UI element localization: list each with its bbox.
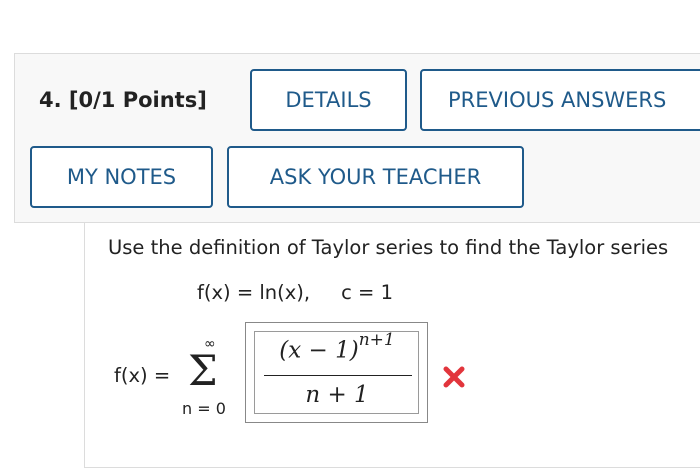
previous-answers-button[interactable]: PREVIOUS ANSWERS <box>420 69 700 131</box>
question-points: [0/1 Points] <box>68 88 207 112</box>
answer-lhs: f(x) = <box>114 364 171 387</box>
details-button[interactable]: DETAILS <box>250 69 407 131</box>
given-function: f(x) = ln(x), c = 1 <box>197 281 393 304</box>
my-notes-button[interactable]: MY NOTES <box>30 146 213 208</box>
ask-your-teacher-button[interactable]: ASK YOUR TEACHER <box>227 146 524 208</box>
problem-instruction: Use the definition of Taylor series to f… <box>108 236 669 259</box>
fraction-denominator: n + 1 <box>305 382 369 408</box>
sigma-symbol: Σ <box>188 346 218 395</box>
function-lhs: f(x) <box>197 281 231 304</box>
question-title: 4. [0/1 Points] <box>39 88 207 112</box>
fraction-bar <box>264 375 412 376</box>
numerator-base: (x − 1) <box>279 337 359 364</box>
center-value: c = 1 <box>341 281 393 304</box>
summation: ∞ Σ n = 0 <box>176 336 240 420</box>
sum-lower-limit: n = 0 <box>182 399 226 418</box>
x-mark-icon <box>443 366 465 388</box>
fraction-numerator: (x − 1)n+1 <box>262 330 412 364</box>
question-number: 4. <box>39 88 62 112</box>
numerator-exponent: n+1 <box>358 330 395 350</box>
function-rhs: ln(x), <box>259 281 311 304</box>
